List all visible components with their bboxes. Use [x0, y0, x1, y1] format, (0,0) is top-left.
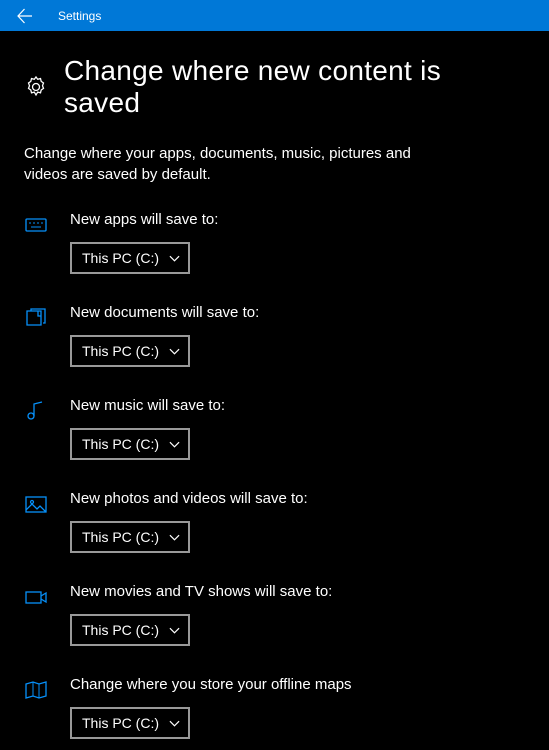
- dropdown-documents[interactable]: This PC (C:): [70, 335, 190, 367]
- setting-documents: New documents will save to: This PC (C:): [24, 304, 525, 367]
- setting-photos-label: New photos and videos will save to:: [70, 490, 525, 507]
- setting-movies: New movies and TV shows will save to: Th…: [24, 583, 525, 646]
- setting-music: New music will save to: This PC (C:): [24, 397, 525, 460]
- gear-icon: [24, 75, 48, 99]
- chevron-down-icon: [169, 718, 180, 729]
- chevron-down-icon: [169, 532, 180, 543]
- dropdown-maps[interactable]: This PC (C:): [70, 707, 190, 739]
- titlebar: Settings: [0, 0, 549, 31]
- setting-movies-label: New movies and TV shows will save to:: [70, 583, 525, 600]
- dropdown-documents-value: This PC (C:): [82, 343, 169, 359]
- dropdown-movies-value: This PC (C:): [82, 622, 169, 638]
- page-header: Change where new content is saved: [24, 55, 525, 119]
- dropdown-music-value: This PC (C:): [82, 436, 169, 452]
- page-title: Change where new content is saved: [64, 55, 525, 119]
- back-button[interactable]: [0, 0, 47, 31]
- setting-apps-label: New apps will save to:: [70, 211, 525, 228]
- dropdown-apps-value: This PC (C:): [82, 250, 169, 266]
- documents-icon: [24, 306, 48, 330]
- setting-music-label: New music will save to:: [70, 397, 525, 414]
- dropdown-maps-value: This PC (C:): [82, 715, 169, 731]
- dropdown-music[interactable]: This PC (C:): [70, 428, 190, 460]
- setting-maps: Change where you store your offline maps…: [24, 676, 525, 739]
- chevron-down-icon: [169, 625, 180, 636]
- setting-photos: New photos and videos will save to: This…: [24, 490, 525, 553]
- setting-apps: New apps will save to: This PC (C:): [24, 211, 525, 274]
- page-description: Change where your apps, documents, music…: [24, 143, 525, 185]
- dropdown-photos-value: This PC (C:): [82, 529, 169, 545]
- setting-documents-label: New documents will save to:: [70, 304, 525, 321]
- maps-icon: [24, 678, 48, 702]
- titlebar-title: Settings: [47, 9, 101, 23]
- movies-icon: [24, 585, 48, 609]
- dropdown-apps[interactable]: This PC (C:): [70, 242, 190, 274]
- chevron-down-icon: [169, 346, 180, 357]
- back-arrow-icon: [15, 7, 33, 25]
- setting-maps-label: Change where you store your offline maps: [70, 676, 525, 693]
- apps-icon: [24, 213, 48, 237]
- photos-icon: [24, 492, 48, 516]
- content-area: Change where new content is saved Change…: [0, 31, 549, 739]
- music-icon: [24, 399, 48, 423]
- chevron-down-icon: [169, 253, 180, 264]
- dropdown-photos[interactable]: This PC (C:): [70, 521, 190, 553]
- chevron-down-icon: [169, 439, 180, 450]
- dropdown-movies[interactable]: This PC (C:): [70, 614, 190, 646]
